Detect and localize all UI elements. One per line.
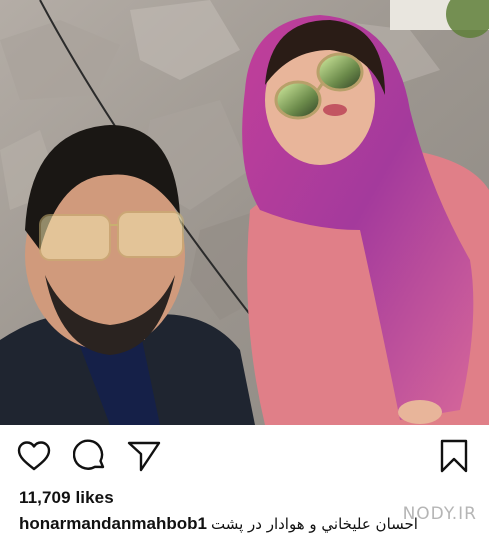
caption-username[interactable]: honarmandanmahbob1 (19, 514, 207, 533)
share-button[interactable] (126, 438, 162, 474)
bookmark-icon (440, 439, 468, 473)
post-photo[interactable] (0, 0, 489, 425)
action-bar (0, 425, 489, 490)
like-button[interactable] (16, 438, 52, 474)
save-button[interactable] (436, 438, 472, 474)
paper-plane-icon (127, 441, 161, 472)
comment-bubble-icon (73, 439, 105, 470)
instagram-post: 11,709 likes honarmandanmahbob1 احسان علي… (0, 0, 489, 540)
watermark: NODY.IR (402, 504, 477, 524)
comment-button[interactable] (72, 438, 108, 474)
likes-count[interactable]: 11,709 likes (19, 488, 114, 508)
heart-icon (17, 441, 51, 471)
caption-text: احسان عليخاني و هوادار در پشت (210, 515, 418, 533)
